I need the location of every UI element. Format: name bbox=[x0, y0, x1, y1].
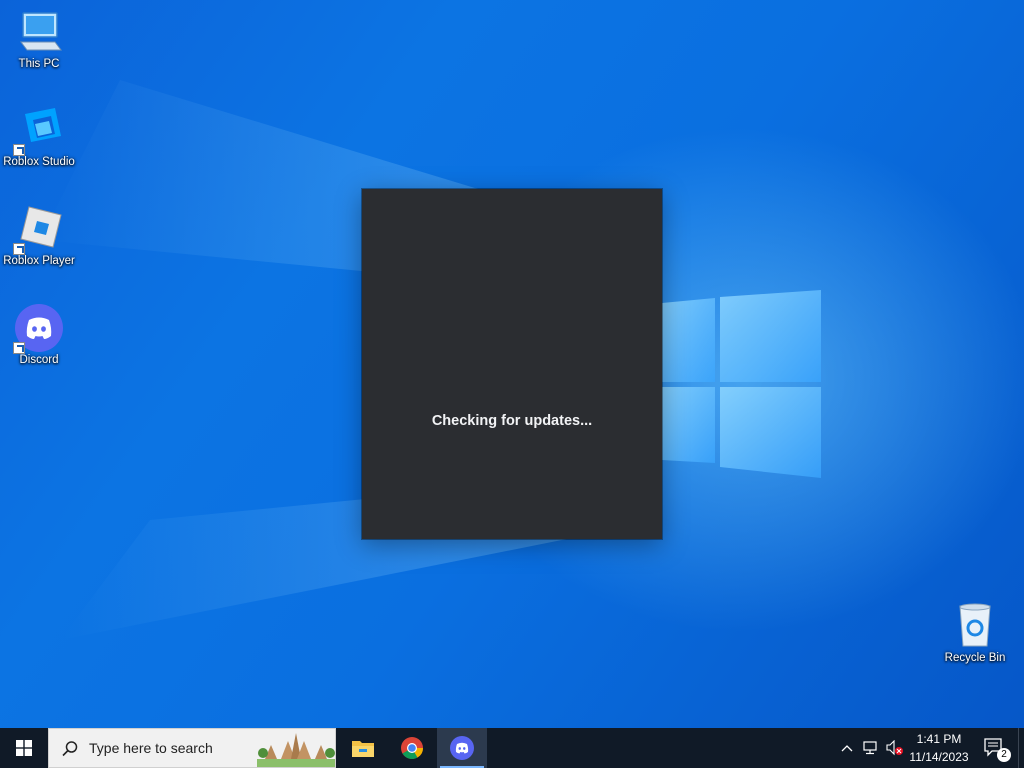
discord-icon bbox=[450, 736, 474, 760]
roblox-studio-icon bbox=[13, 106, 63, 156]
search-icon bbox=[62, 741, 78, 757]
tray-clock[interactable]: 1:41 PM 11/14/2023 bbox=[906, 730, 972, 766]
file-explorer-icon bbox=[352, 741, 374, 757]
show-desktop-button[interactable] bbox=[1018, 728, 1024, 768]
update-status-text: Checking for updates... bbox=[431, 413, 593, 429]
shortcut-arrow-icon bbox=[13, 144, 25, 156]
desktop[interactable]: This PC Roblox Studio Roblox Player Disc… bbox=[0, 0, 1024, 728]
desktop-icon-label: Roblox Studio bbox=[3, 156, 75, 168]
chevron-up-icon bbox=[841, 745, 853, 752]
taskbar: Type here to search 1:41 PM 11/14/2023 2 bbox=[0, 728, 1024, 768]
discord-icon bbox=[13, 304, 63, 354]
desktop-icon-label: Roblox Player bbox=[3, 255, 75, 267]
shortcut-arrow-icon bbox=[13, 342, 25, 354]
tray-show-hidden-icons[interactable] bbox=[838, 728, 856, 768]
recycle-bin-icon bbox=[951, 602, 999, 650]
action-center-button[interactable]: 2 bbox=[978, 728, 1012, 768]
volume-muted-icon bbox=[886, 740, 903, 756]
desktop-icon-roblox-studio[interactable]: Roblox Studio bbox=[0, 106, 78, 168]
tray-network[interactable] bbox=[860, 728, 882, 768]
taskbar-chrome[interactable] bbox=[388, 728, 436, 768]
clock-time: 1:41 PM bbox=[916, 732, 962, 746]
taskbar-file-explorer[interactable] bbox=[338, 728, 388, 768]
desktop-icon-this-pc[interactable]: This PC bbox=[0, 8, 78, 70]
roblox-player-icon bbox=[13, 205, 63, 255]
taskbar-search-box[interactable]: Type here to search bbox=[48, 728, 336, 768]
chrome-icon bbox=[401, 737, 423, 759]
network-icon bbox=[863, 741, 877, 755]
tray-volume[interactable] bbox=[884, 728, 906, 768]
desktop-icon-recycle-bin[interactable]: Recycle Bin bbox=[936, 602, 1014, 664]
search-placeholder-text: Type here to search bbox=[89, 740, 213, 756]
this-pc-icon bbox=[15, 8, 63, 56]
start-button[interactable] bbox=[0, 728, 48, 768]
clock-date: 11/14/2023 bbox=[909, 750, 969, 764]
discord-update-window[interactable]: Checking for updates... bbox=[362, 189, 662, 539]
notification-count-badge: 2 bbox=[997, 748, 1011, 762]
desktop-icon-label: Discord bbox=[19, 354, 59, 366]
desktop-icon-label: This PC bbox=[18, 58, 60, 70]
taskbar-discord[interactable] bbox=[437, 728, 487, 768]
windows-start-icon bbox=[16, 740, 32, 756]
search-highlight-temple-icon bbox=[257, 733, 335, 767]
shortcut-arrow-icon bbox=[13, 243, 25, 255]
desktop-icon-discord[interactable]: Discord bbox=[0, 304, 78, 366]
desktop-icon-label: Recycle Bin bbox=[944, 652, 1006, 664]
desktop-icon-roblox-player[interactable]: Roblox Player bbox=[0, 205, 78, 267]
